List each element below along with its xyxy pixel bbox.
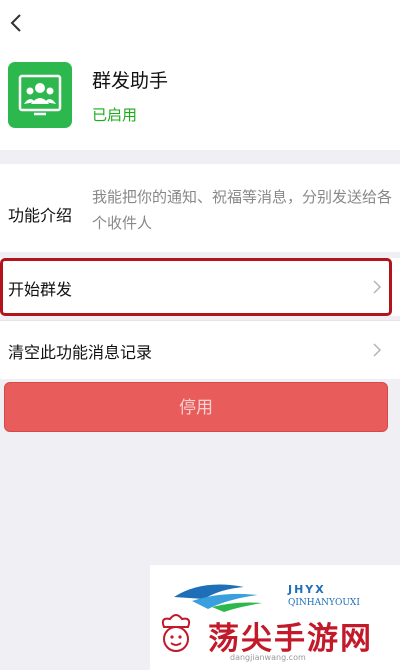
app-icon	[8, 62, 72, 128]
intro-text: 我能把你的通知、祝福等消息，分别发送给各个收件人	[92, 188, 393, 232]
chef-mascot-icon	[161, 614, 191, 652]
watermark-brand-cn: 荡尖手游网	[208, 621, 373, 657]
watermark-brand-en: QINHANYOUXI	[288, 598, 360, 608]
clear-history-label: 清空此功能消息记录	[8, 343, 153, 362]
watermark-url: dangjianwang.com	[230, 653, 306, 662]
watermark: JHYX QINHANYOUXI 荡尖手游网 dangjianwang.com	[150, 565, 400, 670]
watermark-brand-code: JHYX	[288, 583, 326, 596]
app-header-section: 群发助手 已启用	[0, 0, 400, 150]
app-name: 群发助手	[92, 70, 169, 92]
bird-logo-icon	[174, 584, 262, 612]
start-broadcast-label: 开始群发	[8, 280, 73, 299]
chevron-right-icon	[373, 280, 382, 294]
app-status: 已启用	[92, 106, 138, 124]
stop-button[interactable]: 停用	[4, 382, 388, 432]
chevron-left-icon[interactable]	[6, 12, 28, 34]
intro-label: 功能介绍	[8, 206, 73, 225]
chevron-right-icon	[373, 343, 382, 357]
intro-section: 功能介绍 我能把你的通知、祝福等消息，分别发送给各个收件人	[0, 164, 400, 252]
clear-history-row[interactable]: 清空此功能消息记录	[0, 320, 400, 379]
group-users-icon	[18, 74, 62, 116]
start-broadcast-row[interactable]: 开始群发	[0, 258, 400, 316]
